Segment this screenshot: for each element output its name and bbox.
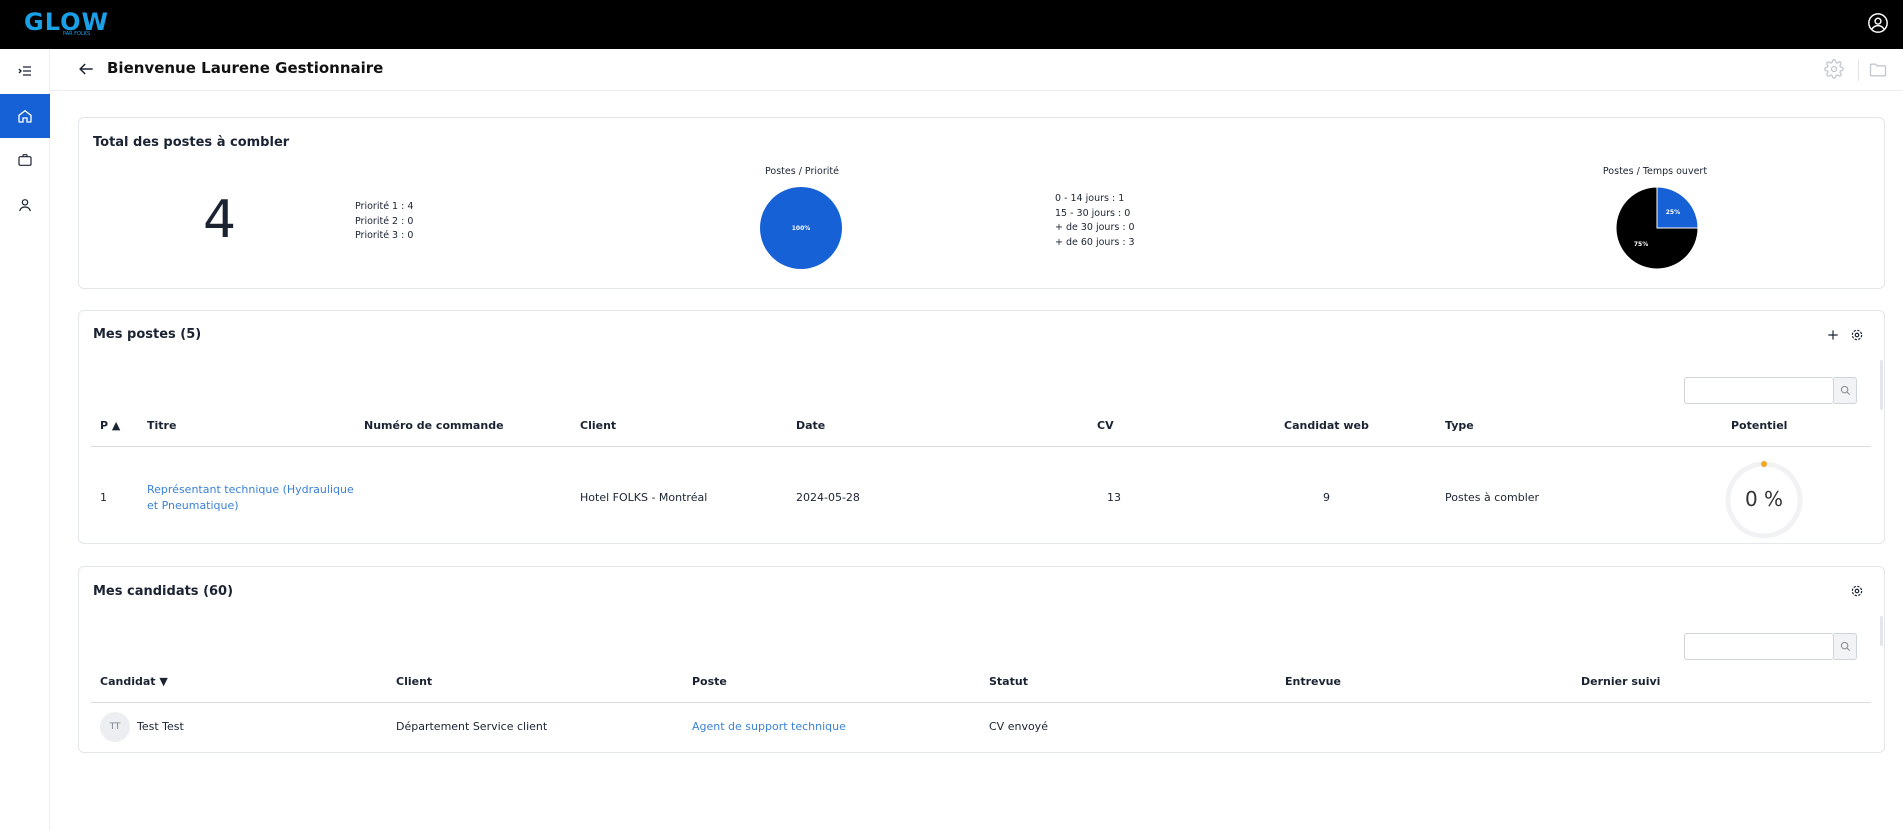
pie-data-label: 25% [1666, 209, 1680, 216]
postes-settings-button[interactable] [1848, 326, 1866, 344]
col-candidat[interactable]: Candidat ▼ [100, 675, 168, 688]
total-postes-count: 4 [203, 190, 237, 250]
col-potentiel[interactable]: Potentiel [1731, 419, 1787, 432]
duration-item: 15 - 30 jours : 0 [1055, 207, 1131, 219]
col-client[interactable]: Client [580, 419, 616, 432]
duration-item: + de 30 jours : 0 [1055, 222, 1135, 233]
row-candidat-web: 9 [1323, 491, 1330, 504]
add-poste-button[interactable] [1824, 326, 1842, 344]
col-dernier-suivi[interactable]: Dernier suivi [1581, 675, 1660, 688]
postes-search-button[interactable] [1834, 377, 1857, 404]
gear-icon [1851, 329, 1863, 341]
priority-pie-chart: 100% [760, 187, 842, 269]
briefcase-icon [18, 154, 32, 166]
row-cv: 13 [1107, 491, 1121, 504]
potentiel-value: 0 % [1744, 487, 1784, 511]
scrollbar[interactable] [1880, 616, 1883, 646]
user-account-icon[interactable] [1867, 12, 1889, 34]
candidats-card: Mes candidats (60) Candidat ▼ Client Pos… [78, 566, 1885, 753]
priority-list: Priorité 1 : 4 Priorité 2 : 0 Priorité 3… [355, 200, 413, 244]
menu-collapse-icon [18, 66, 31, 76]
row-candidat-name[interactable]: Test Test [137, 720, 184, 733]
row-priority: 1 [100, 491, 107, 504]
col-numero-commande[interactable]: Numéro de commande [364, 419, 504, 432]
settings-gear-icon[interactable] [1824, 59, 1844, 79]
pie-data-label: 75% [1634, 241, 1648, 248]
priority-item: Priorité 3 : 0 [355, 230, 414, 241]
row-type: Postes à combler [1445, 491, 1540, 504]
person-icon [19, 199, 31, 212]
col-cv[interactable]: CV [1097, 419, 1114, 432]
titre-line: Représentant technique (Hydraulique [147, 483, 354, 496]
summary-title: Total des postes à combler [93, 135, 290, 150]
sidebar [0, 49, 50, 830]
priority-item: Priorité 2 : 0 [355, 215, 414, 227]
priority-chart-title: Postes / Priorité [765, 166, 839, 177]
table-divider [91, 446, 1871, 447]
col-priority[interactable]: P ▲ [100, 419, 120, 432]
row-statut: CV envoyé [989, 720, 1048, 733]
row-client: Hotel FOLKS - Montréal [580, 491, 708, 504]
row-titre-link[interactable]: Représentant technique (Hydraulique et P… [147, 482, 354, 514]
sidebar-menu-toggle[interactable] [0, 49, 50, 93]
sidebar-item-postes[interactable] [0, 138, 50, 182]
header-divider [1858, 59, 1859, 81]
scrollbar[interactable] [1880, 360, 1883, 410]
avatar: TT [100, 712, 130, 742]
candidats-settings-button[interactable] [1848, 582, 1866, 600]
row-client: Département Service client [396, 720, 548, 733]
search-icon [1840, 641, 1850, 652]
col-type[interactable]: Type [1445, 419, 1474, 432]
col-titre[interactable]: Titre [147, 419, 176, 432]
summary-card: Total des postes à combler 4 Priorité 1 … [78, 117, 1885, 289]
pie-slice [1656, 186, 1699, 229]
col-statut[interactable]: Statut [989, 675, 1028, 688]
priority-item: Priorité 1 : 4 [355, 201, 414, 212]
home-icon [18, 109, 32, 123]
sidebar-item-home[interactable] [0, 94, 50, 138]
duration-list: 0 - 14 jours : 1 15 - 30 jours : 0 + de … [1055, 192, 1135, 250]
col-candidat-web[interactable]: Candidat web [1284, 419, 1369, 432]
duration-item: + de 60 jours : 3 [1055, 236, 1135, 248]
col-poste[interactable]: Poste [692, 675, 727, 688]
time-chart-title: Postes / Temps ouvert [1602, 166, 1708, 177]
time-open-pie-chart: 25% 75% [1615, 186, 1699, 270]
top-bar: GLOW PAR FOLKS [0, 0, 1903, 49]
candidats-search-button[interactable] [1834, 633, 1857, 660]
row-date: 2024-05-28 [796, 491, 860, 504]
postes-card: Mes postes (5) P ▲ Titre Numéro de comma… [78, 310, 1885, 544]
folder-icon[interactable] [1868, 60, 1888, 80]
col-date[interactable]: Date [796, 419, 825, 432]
row-poste-link[interactable]: Agent de support technique [692, 720, 846, 733]
candidats-title: Mes candidats (60) [93, 584, 234, 599]
candidats-search-input[interactable] [1684, 633, 1834, 660]
table-divider [91, 702, 1871, 703]
titre-line: et Pneumatique) [147, 499, 239, 512]
page-title: Bienvenue Laurene Gestionnaire [107, 59, 384, 77]
col-entrevue[interactable]: Entrevue [1285, 675, 1341, 688]
postes-title: Mes postes (5) [93, 327, 202, 342]
plus-icon [1828, 330, 1838, 340]
postes-search-input[interactable] [1684, 377, 1834, 404]
potentiel-gauge-dot [1761, 461, 1767, 467]
sidebar-item-candidats[interactable] [0, 183, 50, 227]
back-arrow-icon[interactable] [76, 59, 96, 79]
page-header: Bienvenue Laurene Gestionnaire [50, 49, 1903, 91]
pie-data-label: 100% [792, 225, 811, 232]
col-client[interactable]: Client [396, 675, 432, 688]
gear-icon [1851, 585, 1863, 597]
logo-subtitle: PAR FOLKS [63, 31, 91, 37]
duration-item: 0 - 14 jours : 1 [1055, 193, 1125, 204]
search-icon [1840, 385, 1850, 396]
